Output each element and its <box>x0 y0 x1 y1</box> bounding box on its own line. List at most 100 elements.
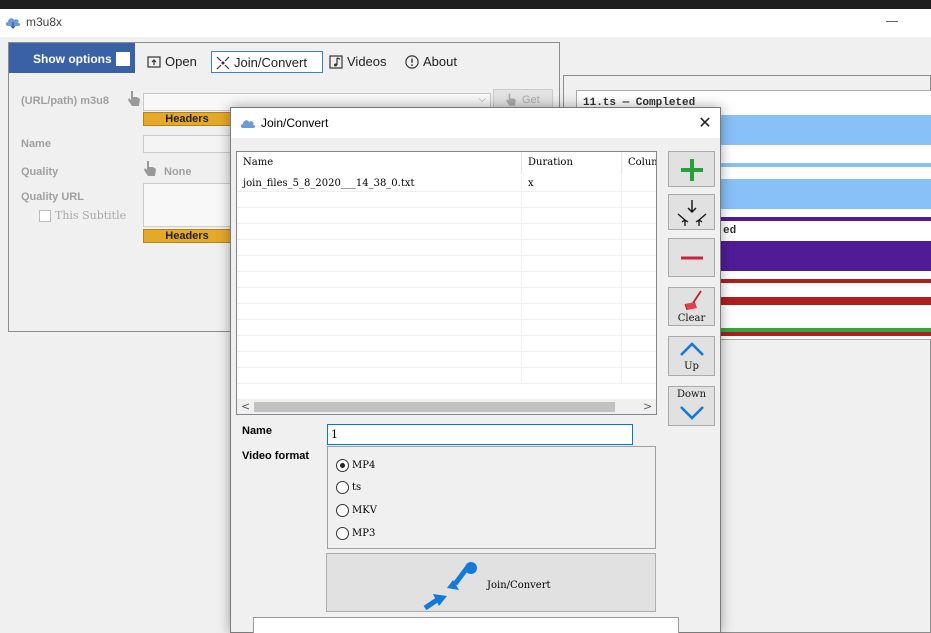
empty-row <box>237 224 656 240</box>
quality-value: None <box>164 166 192 178</box>
merge-arrows-icon <box>677 200 707 226</box>
join-convert-button[interactable]: Join/Convert <box>326 553 656 612</box>
cell-extra <box>622 176 656 192</box>
subtitle-label: This Subtitle <box>55 209 127 222</box>
clear-button[interactable]: Clear <box>668 287 715 326</box>
scrollbar-thumb[interactable] <box>254 402 615 412</box>
subtitle-checkbox[interactable]: This Subtitle <box>39 209 126 222</box>
tab-open[interactable]: Open <box>143 51 211 73</box>
chevron-down-icon: ⌵ <box>478 94 486 105</box>
tab-open-label: Open <box>165 54 197 69</box>
tab-videos[interactable]: Videos <box>325 51 395 73</box>
quality-url-label: Quality URL <box>21 191 84 203</box>
show-options-label: Show options <box>33 52 112 66</box>
hand-pointer-icon <box>506 93 516 106</box>
empty-row <box>237 192 656 208</box>
empty-row <box>237 256 656 272</box>
down-label: Down <box>676 389 707 400</box>
empty-row <box>237 208 656 224</box>
radio-label: MP4 <box>352 460 376 471</box>
radio-label: MP3 <box>352 528 376 539</box>
name-input[interactable]: 1 <box>327 424 633 445</box>
remove-button[interactable] <box>668 238 715 277</box>
radio-dot[interactable] <box>336 459 349 472</box>
checkbox-box[interactable] <box>39 210 51 222</box>
get-label: Get <box>522 94 540 106</box>
url-label: (URL/path) m3u8 <box>21 95 109 107</box>
chevron-up-icon <box>680 342 704 356</box>
empty-row <box>237 320 656 336</box>
quality-label: Quality <box>21 166 59 178</box>
radio-label: MKV <box>352 505 377 516</box>
radio-label: ts <box>352 482 362 493</box>
minimize-button[interactable] <box>886 21 898 22</box>
empty-row <box>237 240 656 256</box>
chevron-down-icon <box>680 406 704 420</box>
empty-row <box>237 336 656 352</box>
tab-about[interactable]: About <box>401 51 471 73</box>
cloud-app-icon <box>240 120 256 128</box>
empty-row <box>237 288 656 304</box>
column-header-name[interactable]: Name <box>237 152 522 174</box>
name-input[interactable] <box>143 135 233 153</box>
app-title: m3u8x <box>26 15 63 29</box>
headers-button-2[interactable]: Headers <box>143 229 231 243</box>
file-list[interactable]: Name Duration Colum join_files_5_8_2020_… <box>236 151 657 415</box>
horizontal-scrollbar[interactable]: < > <box>237 399 656 414</box>
top-strip <box>0 0 931 9</box>
minus-icon <box>681 256 703 260</box>
video-format-label: Video format <box>242 450 310 462</box>
hand-pointer-icon <box>128 91 140 106</box>
plus-icon <box>681 159 703 181</box>
status-line: ed <box>723 225 737 237</box>
dialog-title: Join/Convert <box>261 116 329 130</box>
up-button[interactable]: Up <box>668 336 715 376</box>
table-row[interactable]: join_files_5_8_2020___14_38_0.txt x <box>237 176 656 192</box>
clear-label: Clear <box>677 313 706 324</box>
dialog-titlebar: Join/Convert ✕ <box>231 108 720 138</box>
join-convert-label: Join/Convert <box>487 580 551 591</box>
merge-button[interactable] <box>668 194 715 230</box>
empty-row <box>237 352 656 368</box>
log-box <box>253 617 679 633</box>
add-button[interactable] <box>668 151 715 187</box>
tab-join-label: Join/Convert <box>234 55 307 70</box>
chevron-left-icon[interactable]: < <box>241 400 250 413</box>
chevron-right-icon[interactable]: > <box>643 400 652 413</box>
close-icon[interactable]: ✕ <box>697 113 713 132</box>
dialog-name-label: Name <box>242 425 272 437</box>
app-titlebar: m3u8x <box>0 9 931 37</box>
down-button[interactable]: Down <box>668 386 715 426</box>
radio-dot[interactable] <box>336 527 349 540</box>
info-icon <box>405 55 419 69</box>
open-folder-icon <box>147 56 161 68</box>
quality-url-box[interactable] <box>143 183 233 227</box>
radio-ts[interactable]: ts <box>336 481 361 494</box>
show-options-toggle[interactable]: Show options <box>9 43 135 73</box>
join-arrows-icon <box>423 562 477 611</box>
tab-about-label: About <box>423 54 457 69</box>
cloud-app-icon <box>5 18 21 29</box>
radio-mp4[interactable]: MP4 <box>336 459 375 472</box>
cell-duration: x <box>522 176 622 192</box>
show-options-checkbox[interactable] <box>116 52 130 66</box>
empty-row <box>237 368 656 384</box>
radio-mp3[interactable]: MP3 <box>336 527 375 540</box>
name-label: Name <box>21 138 51 150</box>
radio-dot[interactable] <box>336 481 349 494</box>
broom-icon <box>684 290 702 311</box>
headers-button[interactable]: Headers <box>143 112 231 126</box>
up-label: Up <box>684 361 699 372</box>
column-header-duration[interactable]: Duration <box>522 152 622 174</box>
empty-row <box>237 272 656 288</box>
music-note-icon <box>329 55 343 69</box>
column-header-extra[interactable]: Colum <box>622 152 656 174</box>
radio-mkv[interactable]: MKV <box>336 504 377 517</box>
join-arrows-icon <box>216 56 230 70</box>
empty-row <box>237 304 656 320</box>
join-convert-dialog: Join/Convert ✕ Name Duration Colum join_… <box>230 107 721 633</box>
tab-videos-label: Videos <box>347 54 387 69</box>
cell-name: join_files_5_8_2020___14_38_0.txt <box>237 176 522 192</box>
radio-dot[interactable] <box>336 504 349 517</box>
tab-join-convert[interactable]: Join/Convert <box>211 51 323 73</box>
